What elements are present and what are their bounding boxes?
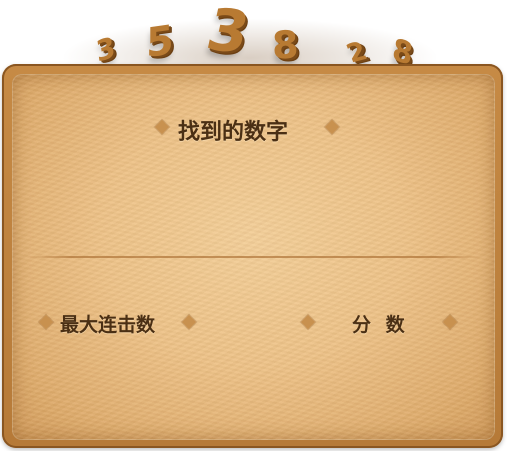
header-digit: 5 — [146, 16, 174, 68]
found-numbers-label: 找到的数字 — [178, 120, 289, 145]
max-combo-label: 最大连击数 — [60, 314, 156, 336]
score-label: 分 数 — [352, 314, 409, 336]
header-digit: 8 — [271, 22, 300, 68]
header-digit: 3 — [94, 29, 118, 70]
panel-divider — [26, 256, 481, 258]
